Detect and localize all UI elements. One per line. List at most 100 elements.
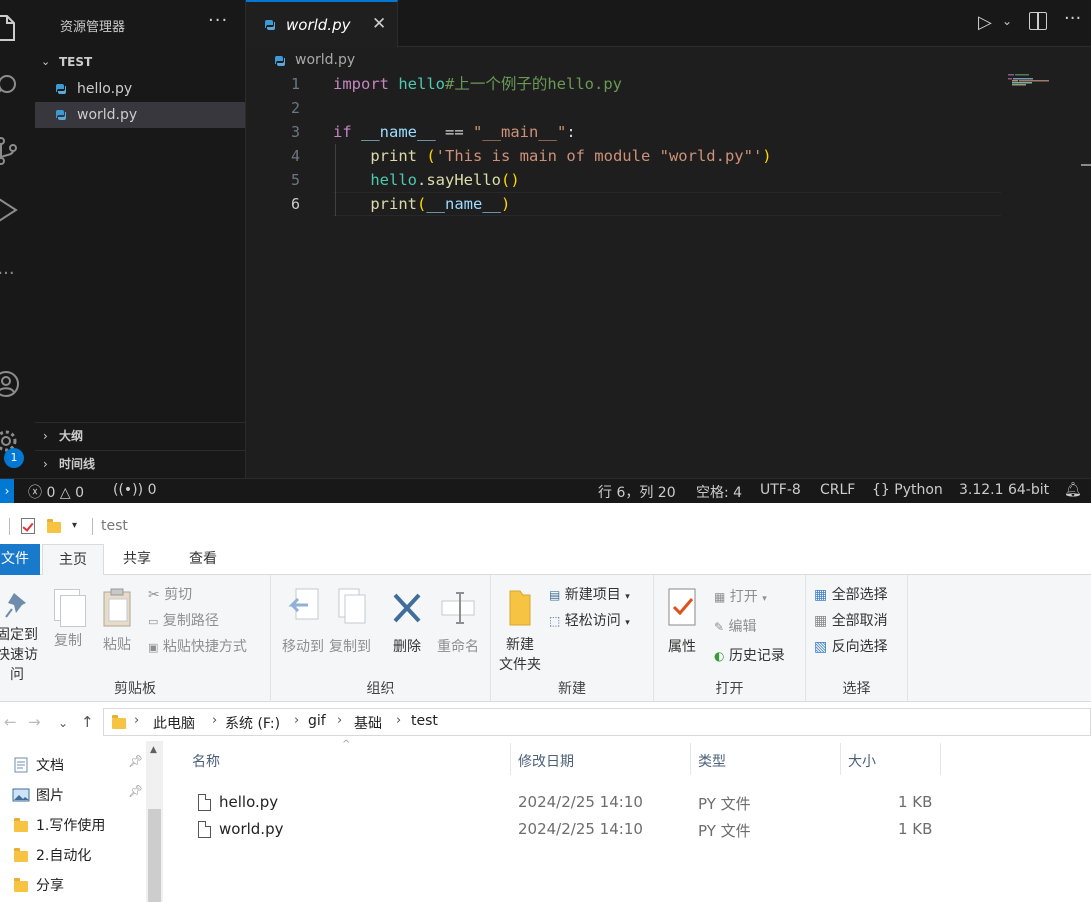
python-interpreter[interactable]: 3.12.1 64-bit bbox=[959, 482, 1049, 498]
file-item-world[interactable]: world.py bbox=[35, 102, 245, 128]
breadcrumb-item[interactable]: 此电脑 bbox=[153, 713, 195, 733]
column-header-modified[interactable]: 修改日期 bbox=[518, 751, 574, 771]
account-icon[interactable] bbox=[0, 370, 22, 402]
paren: ( bbox=[417, 147, 436, 165]
rename-button[interactable]: 重命名 bbox=[433, 587, 483, 657]
ports-count: 0 bbox=[147, 482, 157, 498]
tab-world-py[interactable]: world.py ✕ bbox=[246, 0, 398, 48]
line-number: 2 bbox=[290, 99, 300, 117]
copy-button[interactable]: 复制 bbox=[48, 589, 88, 651]
copy-path-button[interactable]: ▭ 复制路径 bbox=[148, 611, 219, 632]
breadcrumb-item[interactable]: gif bbox=[308, 713, 326, 729]
paste-shortcut-button[interactable]: ▣ 粘贴快捷方式 bbox=[148, 637, 247, 658]
paste-button[interactable]: 粘贴 bbox=[97, 587, 137, 655]
more-actions-icon[interactable]: ··· bbox=[1064, 8, 1081, 29]
breadcrumb-item[interactable]: 系统 (F:) bbox=[225, 713, 280, 733]
scroll-up-icon[interactable]: ▲ bbox=[150, 745, 157, 755]
column-divider[interactable] bbox=[940, 743, 941, 775]
tab-share[interactable]: 共享 bbox=[106, 544, 168, 575]
up-arrow-icon[interactable]: ↑ bbox=[81, 713, 94, 731]
run-icon[interactable]: ▷ bbox=[978, 12, 992, 33]
remote-icon[interactable]: › bbox=[0, 479, 14, 503]
history-button[interactable]: ◐ 历史记录 bbox=[714, 646, 785, 666]
line-ending[interactable]: CRLF bbox=[820, 482, 855, 498]
nav-item-folder[interactable]: 分享 bbox=[0, 869, 146, 899]
column-header-type[interactable]: 类型 bbox=[698, 751, 726, 771]
easy-access-label: 轻松访问 bbox=[564, 613, 621, 629]
quick-access-toolbar: ▾ test bbox=[0, 503, 1091, 543]
breadcrumb-item[interactable]: 基础 bbox=[354, 713, 382, 733]
outline-section[interactable]: › 大纲 bbox=[35, 422, 245, 448]
minimap[interactable] bbox=[1008, 72, 1068, 112]
language-mode[interactable]: {} Python bbox=[872, 482, 943, 498]
nav-item-pictures[interactable]: 图片 📌︎ bbox=[0, 779, 146, 809]
ribbon-tabs: 文件 主页 共享 查看 bbox=[0, 544, 1091, 576]
more-actions-icon[interactable]: ··· bbox=[208, 10, 228, 31]
column-divider[interactable] bbox=[510, 743, 511, 775]
move-to-button[interactable]: 移动到 bbox=[275, 587, 331, 657]
new-folder-icon[interactable] bbox=[47, 519, 61, 533]
encoding[interactable]: UTF-8 bbox=[760, 482, 801, 498]
invert-selection-button[interactable]: ▧ 反向选择 bbox=[814, 637, 888, 657]
problems-indicator[interactable]: ⓧ 0 △ 0 bbox=[28, 482, 84, 502]
address-bar[interactable]: › 此电脑 › 系统 (F:) › gif › 基础 › test bbox=[103, 708, 1091, 736]
nav-item-folder[interactable]: 1.写作使用 bbox=[0, 809, 146, 839]
explorer-icon[interactable] bbox=[0, 14, 22, 46]
run-debug-icon[interactable] bbox=[0, 196, 22, 228]
select-none-button[interactable]: ▦ 全部取消 bbox=[814, 611, 888, 631]
table-row[interactable]: hello.py 2024/2/25 14:10 PY 文件 1 KB bbox=[192, 789, 932, 816]
file-item-hello[interactable]: hello.py bbox=[35, 76, 245, 102]
nav-item-folder[interactable]: 2.自动化 bbox=[0, 839, 146, 869]
forward-arrow-icon[interactable]: → bbox=[28, 713, 41, 731]
timeline-section[interactable]: › 时间线 bbox=[35, 450, 245, 476]
ports-indicator[interactable]: ((•)) 0 bbox=[113, 482, 156, 498]
tab-home[interactable]: 主页 bbox=[42, 544, 104, 576]
cut-button[interactable]: ✂ 剪切 bbox=[148, 585, 192, 605]
source-control-icon[interactable] bbox=[0, 136, 22, 168]
breadcrumb-item[interactable]: test bbox=[411, 713, 438, 729]
table-row[interactable]: world.py 2024/2/25 14:10 PY 文件 1 KB bbox=[192, 816, 932, 843]
copy-to-button[interactable]: 复制到 bbox=[325, 587, 375, 657]
column-header-size[interactable]: 大小 bbox=[848, 751, 876, 771]
more-views-icon[interactable]: ··· bbox=[0, 258, 22, 290]
pin-icon[interactable]: 📌︎ bbox=[128, 754, 143, 768]
pin-quick-access-button[interactable]: 固定到 快速访问 bbox=[0, 589, 42, 685]
search-icon[interactable] bbox=[0, 72, 22, 104]
close-icon[interactable]: ✕ bbox=[372, 14, 386, 34]
new-item-label: 新建项目 bbox=[564, 587, 621, 603]
column-header-name[interactable]: 名称 bbox=[192, 751, 220, 771]
workspace-folder[interactable]: ⌄ TEST bbox=[35, 51, 245, 73]
paren: ) bbox=[501, 195, 511, 213]
new-item-button[interactable]: ▤ 新建项目 ▾ bbox=[549, 585, 630, 607]
easy-access-button[interactable]: ⬚ 轻松访问 ▾ bbox=[549, 611, 630, 633]
open-button[interactable]: ▦ 打开 ▾ bbox=[714, 587, 767, 609]
properties-check-icon[interactable] bbox=[21, 518, 35, 534]
comment: #上一个例子的hello.py bbox=[445, 75, 622, 93]
nav-item-documents[interactable]: 文档 📌︎ bbox=[0, 749, 146, 779]
column-divider[interactable] bbox=[690, 743, 691, 775]
edit-button[interactable]: ✎ 编辑 bbox=[714, 617, 757, 637]
indentation[interactable]: 空格: 4 bbox=[696, 482, 742, 502]
code-editor[interactable]: 1 2 3 4 5 6 import hello#上一个例子的hello.py … bbox=[248, 72, 1091, 477]
cursor-position[interactable]: 行 6，列 20 bbox=[598, 482, 676, 502]
select-all-button[interactable]: ▦ 全部选择 bbox=[814, 585, 888, 605]
chevron-down-icon: ⌄ bbox=[41, 55, 51, 68]
split-editor-icon[interactable] bbox=[1029, 12, 1047, 30]
scrollbar-thumb[interactable] bbox=[148, 809, 161, 902]
bell-icon[interactable]: 🔔︎ bbox=[1064, 482, 1082, 498]
paren: () bbox=[501, 171, 520, 189]
chevron-down-icon[interactable]: ⌄ bbox=[1002, 14, 1012, 28]
recent-locations-icon[interactable]: ⌄ bbox=[58, 716, 68, 730]
file-name: world.py bbox=[219, 820, 284, 838]
paste-label: 粘贴 bbox=[103, 637, 131, 653]
new-folder-button[interactable]: 新建 文件夹 bbox=[495, 585, 545, 675]
tab-view[interactable]: 查看 bbox=[170, 544, 236, 575]
properties-button[interactable]: 属性 bbox=[660, 587, 704, 657]
pin-icon[interactable]: 📌︎ bbox=[128, 784, 143, 798]
delete-button[interactable]: 删除 bbox=[387, 587, 427, 657]
back-arrow-icon[interactable]: ← bbox=[4, 713, 17, 731]
tab-file[interactable]: 文件 bbox=[0, 544, 40, 575]
customize-dropdown-icon[interactable]: ▾ bbox=[72, 520, 77, 531]
operator: == bbox=[435, 123, 473, 141]
column-divider[interactable] bbox=[840, 743, 841, 775]
